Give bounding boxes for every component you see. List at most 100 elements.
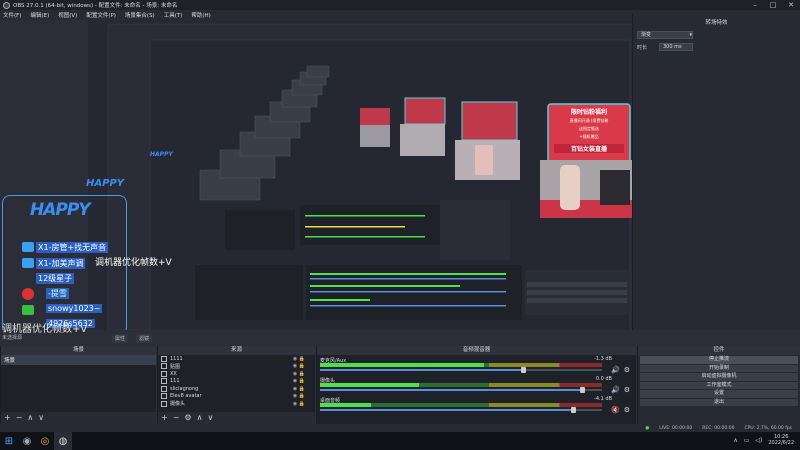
hand-image <box>560 165 580 210</box>
mixer-channels: 麦克风/Aux -1.3 dB 🔊 ⚙ 摄像头 0.0 dB 🔊 ⚙ 桌面音频 … <box>317 355 636 424</box>
start-recording-button[interactable]: 开始录制 <box>640 364 798 372</box>
mixer-panel-title: 音频混音器 <box>317 346 636 355</box>
duration-input[interactable]: 300 ms <box>659 43 693 51</box>
speaker-muted-icon[interactable]: 🔇 <box>611 406 620 414</box>
eye-icon[interactable]: ◉ 🔒 <box>293 356 305 362</box>
controls-panel: 控件 停止推流 开始录制 启动虚拟摄像机 工作室模式 设置 退出 <box>637 346 800 424</box>
gear-icon[interactable]: ⚙ <box>624 386 630 394</box>
remove-source-icon[interactable]: − <box>173 413 180 423</box>
mixer-channel: 麦克风/Aux -1.3 dB 🔊 ⚙ <box>317 355 636 375</box>
menu-tools[interactable]: 工具(T) <box>164 11 183 19</box>
minimize-icon[interactable]: – <box>746 0 764 10</box>
eye-icon[interactable]: ◉ 🔒 <box>293 401 305 407</box>
source-row[interactable]: XX ◉ 🔒 <box>158 370 315 378</box>
mixer-channel-db: -1.3 dB <box>594 356 612 362</box>
windows-start-icon[interactable]: ⊞ <box>0 432 18 450</box>
meter-level <box>320 403 371 407</box>
tray-chevron-icon[interactable]: ∧ <box>733 437 737 444</box>
filters-button[interactable]: 滤镜 <box>136 334 153 343</box>
volume-meter <box>320 403 602 407</box>
camera-source-icon <box>161 400 167 407</box>
source-row[interactable]: sliciagnong ◉ 🔒 <box>158 385 315 393</box>
close-icon[interactable]: ✕ <box>782 0 800 10</box>
menu-help[interactable]: 帮助(H) <box>191 11 210 19</box>
overlay-happy: HAPPY <box>30 200 91 220</box>
nested-meter <box>305 236 425 238</box>
mixer-channel-db: 0.0 dB <box>595 376 612 382</box>
remove-scene-icon[interactable]: − <box>16 413 23 423</box>
menu-profile[interactable]: 配置文件(P) <box>86 11 116 19</box>
add-scene-icon[interactable]: + <box>4 413 11 423</box>
chrome-icon[interactable]: ◎ <box>36 432 54 450</box>
source-row[interactable]: 111 ◉ 🔒 <box>158 378 315 386</box>
thumb-promo <box>461 101 518 141</box>
nested-sources <box>195 265 303 320</box>
rec-time: REC: 00:00:00 <box>702 425 735 431</box>
slider-fill <box>320 389 583 391</box>
gear-icon[interactable]: ⚙ <box>184 413 191 423</box>
overlay-line-2: X1-加美声调 <box>36 258 86 269</box>
source-row[interactable]: 摄像头 ◉ 🔒 <box>158 400 315 408</box>
scene-label: 调机器优化帧数+V <box>2 324 88 335</box>
steam-icon[interactable]: ◉ <box>18 432 36 450</box>
source-row[interactable]: 1111 ◉ 🔒 <box>158 355 315 363</box>
menu-view[interactable]: 视图(V) <box>58 11 77 19</box>
eye-icon[interactable]: ◉ 🔒 <box>293 371 305 377</box>
promo-line-3: +随机赠品 <box>579 134 599 139</box>
slider-fill <box>320 369 524 371</box>
eye-icon[interactable]: ◉ 🔒 <box>293 386 305 392</box>
slider-knob[interactable] <box>571 407 577 413</box>
add-source-icon[interactable]: + <box>161 413 168 423</box>
volume-slider[interactable] <box>320 407 602 413</box>
speaker-icon[interactable]: 🔊 <box>611 386 620 394</box>
move-up-icon[interactable]: ∧ <box>197 413 203 423</box>
scenes-toolbar: + − ∧ ∨ <box>1 412 156 424</box>
controls-list: 停止推流 开始录制 启动虚拟摄像机 工作室模式 设置 退出 <box>638 355 800 424</box>
chevron-down-icon: ▾ <box>689 32 692 38</box>
menu-file[interactable]: 文件(F) <box>3 11 21 19</box>
preview-canvas[interactable]: 限时钻粉福利 直播间开通 (续费钻粉 送指定甄选 +随机赠品 百钻女装直播 HA… <box>0 20 632 330</box>
volume-slider[interactable] <box>320 367 602 373</box>
network-icon[interactable]: ▭ <box>744 437 750 444</box>
move-up-icon[interactable]: ∧ <box>27 413 33 423</box>
source-label: 111 <box>170 378 180 385</box>
eye-icon[interactable]: ◉ 🔒 <box>293 378 305 384</box>
thumb-promo <box>404 97 446 125</box>
maximize-icon[interactable]: □ <box>764 0 782 10</box>
volume-icon[interactable]: ◁) <box>755 437 762 444</box>
source-label: 贴图 <box>170 363 181 370</box>
stop-streaming-button[interactable]: 停止推流 <box>640 356 798 364</box>
slider-knob[interactable] <box>520 367 526 373</box>
menu-scene-collection[interactable]: 场景集合(S) <box>125 11 155 19</box>
gear-icon[interactable]: ⚙ <box>624 406 630 414</box>
scene-item[interactable]: 场景 <box>1 355 156 365</box>
menu-edit[interactable]: 编辑(E) <box>30 11 49 19</box>
eye-icon[interactable]: ◉ 🔒 <box>293 393 305 399</box>
clock[interactable]: 10:26 2022/6/22 <box>768 434 794 446</box>
speaker-icon[interactable]: 🔊 <box>611 366 620 374</box>
exit-button[interactable]: 退出 <box>640 398 798 406</box>
studio-mode-button[interactable]: 工作室模式 <box>640 381 798 389</box>
nested-meter <box>310 285 460 287</box>
qq-icon <box>22 258 34 268</box>
nested-button <box>527 298 627 303</box>
thumb-hand <box>475 145 493 175</box>
gear-icon[interactable]: ⚙ <box>624 366 630 374</box>
move-down-icon[interactable]: ∨ <box>38 413 44 423</box>
source-row[interactable]: 贴图 ◉ 🔒 <box>158 363 315 371</box>
properties-button[interactable]: 属性 <box>112 334 129 343</box>
overlay-line-4: -提雪 <box>46 288 69 299</box>
nested-slider <box>310 305 506 307</box>
move-down-icon[interactable]: ∨ <box>207 413 213 423</box>
eye-icon[interactable]: ◉ 🔒 <box>293 363 305 369</box>
start-virtual-camera-button[interactable]: 启动虚拟摄像机 <box>640 373 798 381</box>
obs-taskbar-icon[interactable]: ◍ <box>54 432 72 450</box>
image-source-icon <box>161 393 167 400</box>
slider-knob[interactable] <box>579 387 585 393</box>
transition-select[interactable]: 渐变 ▾ <box>637 31 693 39</box>
volume-slider[interactable] <box>320 387 602 393</box>
source-row[interactable]: Elev8 avatar ◉ 🔒 <box>158 393 315 401</box>
cpu-fps: CPU: 2.7%, 60.00 fps <box>744 425 793 431</box>
settings-button[interactable]: 设置 <box>640 390 798 398</box>
transition-dock: 转场特效 渐变 ▾ 时长 300 ms <box>632 14 800 330</box>
